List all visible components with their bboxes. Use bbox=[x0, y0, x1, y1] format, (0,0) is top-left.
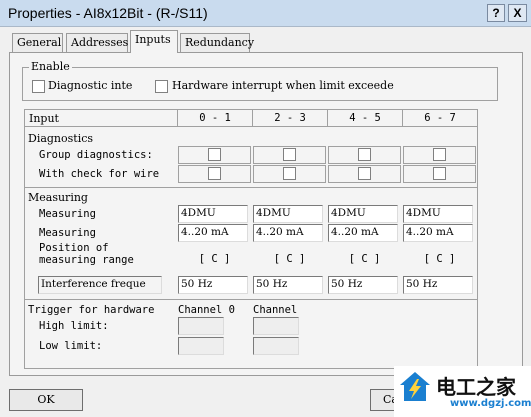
wire-check-checkbox-4-5[interactable] bbox=[358, 167, 371, 180]
range-position-4-5: [ C ] bbox=[348, 253, 381, 265]
interference-2-3[interactable]: 50 Hz bbox=[253, 276, 323, 294]
close-button[interactable]: X bbox=[508, 4, 527, 22]
measuring-range-label: Measuring bbox=[39, 227, 96, 239]
measuring-range-4-5[interactable]: 4..20 mA bbox=[328, 224, 398, 242]
group-diagnostics-checkbox-4-5[interactable] bbox=[358, 148, 371, 161]
measuring-range-0-1[interactable]: 4..20 mA bbox=[178, 224, 248, 242]
interference-4-5[interactable]: 50 Hz bbox=[328, 276, 398, 294]
table-header-divider bbox=[24, 126, 478, 127]
group-diagnostics-label: Group diagnostics: bbox=[39, 149, 153, 161]
tab-inputs[interactable]: Inputs bbox=[130, 30, 178, 53]
ok-button[interactable]: OK bbox=[9, 389, 83, 411]
high-limit-channel-0[interactable] bbox=[178, 317, 224, 335]
help-button[interactable]: ? bbox=[487, 4, 505, 22]
group-diagnostics-checkbox-0-1[interactable] bbox=[208, 148, 221, 161]
window-title: Properties - AI8x12Bit - (R-/S11) bbox=[8, 5, 208, 21]
measuring-type-4-5[interactable]: 4DMU bbox=[328, 205, 398, 223]
diagnostic-interrupt-checkbox[interactable] bbox=[32, 80, 45, 93]
trigger-channel-0-label: Channel 0 bbox=[178, 304, 235, 316]
channel-header-4-5: 4 - 5 bbox=[349, 112, 381, 124]
input-header: Input bbox=[29, 112, 59, 125]
channel-header-0-1: 0 - 1 bbox=[199, 112, 231, 124]
watermark-text: 电工之家 bbox=[436, 375, 516, 399]
channel-header-6-7: 6 - 7 bbox=[424, 112, 456, 124]
low-limit-channel-2[interactable] bbox=[253, 337, 299, 355]
watermark-url: www.dgzj.com bbox=[450, 398, 531, 409]
low-limit-channel-0[interactable] bbox=[178, 337, 224, 355]
channel-header-2-3: 2 - 3 bbox=[274, 112, 306, 124]
measuring-type-0-1[interactable]: 4DMU bbox=[178, 205, 248, 223]
range-position-label-line1: Position of bbox=[39, 242, 109, 254]
tab-addresses[interactable]: Addresses bbox=[66, 33, 128, 52]
wire-check-label: With check for wire bbox=[39, 168, 160, 180]
range-position-label-line2: measuring range bbox=[39, 254, 134, 266]
measuring-type-6-7[interactable]: 4DMU bbox=[403, 205, 473, 223]
range-position-2-3: [ C ] bbox=[273, 253, 306, 265]
interference-label: Interference freque bbox=[38, 276, 162, 294]
trigger-heading: Trigger for hardware bbox=[28, 304, 155, 316]
group-diagnostics-checkbox-2-3[interactable] bbox=[283, 148, 296, 161]
tab-general[interactable]: General bbox=[12, 33, 63, 52]
interference-6-7[interactable]: 50 Hz bbox=[403, 276, 473, 294]
section-divider bbox=[24, 299, 478, 300]
measuring-heading: Measuring bbox=[28, 191, 88, 204]
measuring-type-label: Measuring bbox=[39, 208, 96, 220]
diagnostic-interrupt-label: Diagnostic inte bbox=[48, 79, 133, 92]
wire-check-checkbox-6-7[interactable] bbox=[433, 167, 446, 180]
measuring-range-6-7[interactable]: 4..20 mA bbox=[403, 224, 473, 242]
watermark-house-icon bbox=[400, 372, 430, 401]
measuring-type-2-3[interactable]: 4DMU bbox=[253, 205, 323, 223]
range-position-0-1: [ C ] bbox=[198, 253, 231, 265]
enable-legend: Enable bbox=[29, 60, 72, 73]
tab-redundancy[interactable]: Redundancy bbox=[180, 33, 254, 52]
hardware-interrupt-checkbox[interactable] bbox=[155, 80, 168, 93]
high-limit-channel-2[interactable] bbox=[253, 317, 299, 335]
interference-0-1[interactable]: 50 Hz bbox=[178, 276, 248, 294]
group-diagnostics-checkbox-6-7[interactable] bbox=[433, 148, 446, 161]
wire-check-checkbox-2-3[interactable] bbox=[283, 167, 296, 180]
trigger-channel-label: Channel bbox=[253, 304, 298, 316]
section-divider bbox=[24, 187, 478, 188]
range-position-6-7: [ C ] bbox=[423, 253, 456, 265]
hardware-interrupt-label: Hardware interrupt when limit exceede bbox=[172, 79, 394, 92]
low-limit-label: Low limit: bbox=[39, 340, 103, 352]
wire-check-checkbox-0-1[interactable] bbox=[208, 167, 221, 180]
watermark-logo: 电工之家 www.dgzj.com bbox=[394, 366, 531, 417]
high-limit-label: High limit: bbox=[39, 320, 109, 332]
diagnostics-heading: Diagnostics bbox=[28, 132, 94, 145]
measuring-range-2-3[interactable]: 4..20 mA bbox=[253, 224, 323, 242]
